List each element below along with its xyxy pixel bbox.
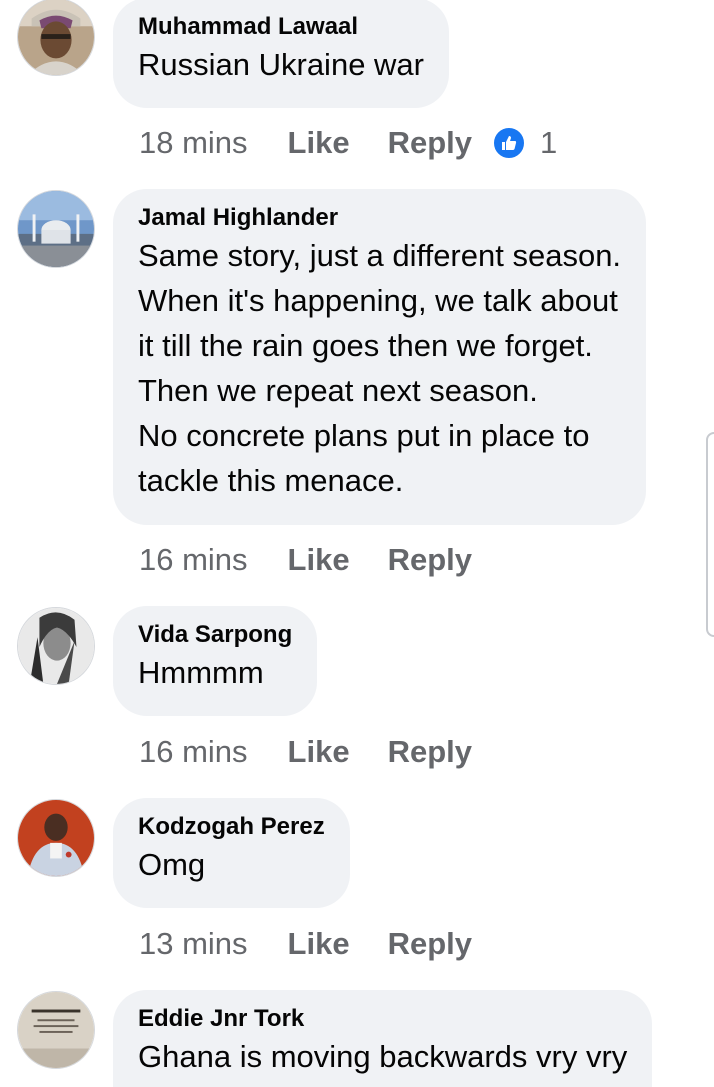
avatar[interactable] [17,0,95,76]
comment-timestamp[interactable]: 16 mins [139,542,248,578]
comment-meta: 13 mins Like Reply [139,924,472,964]
comment-text-line: No concrete plans put in place to [138,418,590,453]
comment-meta: 16 mins Like Reply [139,732,472,772]
comment-meta: 16 mins Like Reply [139,540,472,580]
avatar[interactable] [17,607,95,685]
comment-timestamp[interactable]: 18 mins [139,125,248,161]
comment-text: Hmmmm [138,650,292,695]
comment-author[interactable]: Muhammad Lawaal [138,12,424,42]
comment-text: Russian Ukraine war [138,42,424,87]
comment-text-line: Ghana is moving backwards vry vry [138,1039,628,1074]
comment-author[interactable]: Jamal Highlander [138,203,621,233]
reply-button[interactable]: Reply [388,125,472,161]
comment-text-line: When it's happening, we talk about [138,283,618,318]
comment-bubble: Eddie Jnr Tork Ghana is moving backwards… [113,990,653,1087]
avatar[interactable] [17,190,95,268]
comments-thread: Muhammad Lawaal Russian Ukraine war 18 m… [0,0,714,1087]
comment-timestamp[interactable]: 13 mins [139,926,248,962]
comment-bubble: Vida Sarpong Hmmmm [113,606,318,716]
comment-text-line: Hmmmm [138,655,264,690]
scrollbar-edge[interactable] [706,432,714,637]
reply-button[interactable]: Reply [388,542,472,578]
comment-text-line: Same story, just a different season. [138,238,622,273]
reaction-summary[interactable]: 1 [492,125,557,161]
avatar[interactable] [17,799,95,877]
comment-text-line: tackle this menace. [138,463,404,498]
comment-text-line: it till the rain goes then we forget. [138,328,593,363]
comment-text: Ghana is moving backwards vry vry [138,1034,627,1079]
comment-author[interactable]: Eddie Jnr Tork [138,1004,627,1034]
comment-text-line: Then we repeat next season. [138,373,538,408]
comment-text: Same story, just a different season. Whe… [138,233,621,503]
comment-bubble: Kodzogah Perez Omg [113,798,350,908]
comment-text: Omg [138,842,325,887]
like-button[interactable]: Like [288,125,350,161]
comment-timestamp[interactable]: 16 mins [139,734,248,770]
comment-text-line: Omg [138,847,206,882]
like-button[interactable]: Like [288,542,350,578]
reaction-count: 1 [540,125,558,160]
like-button[interactable]: Like [288,734,350,770]
comment-meta: 18 mins Like Reply 1 [139,123,557,163]
like-button[interactable]: Like [288,926,350,962]
reply-button[interactable]: Reply [388,926,472,962]
thumbs-up-icon [492,126,526,160]
comment-bubble: Jamal Highlander Same story, just a diff… [113,189,647,525]
comment-author[interactable]: Vida Sarpong [138,620,292,650]
comment-author[interactable]: Kodzogah Perez [138,812,325,842]
avatar[interactable] [17,991,95,1069]
comment-bubble: Muhammad Lawaal Russian Ukraine war [113,0,449,108]
reply-button[interactable]: Reply [388,734,472,770]
comment-text-line: Russian Ukraine war [138,47,424,82]
